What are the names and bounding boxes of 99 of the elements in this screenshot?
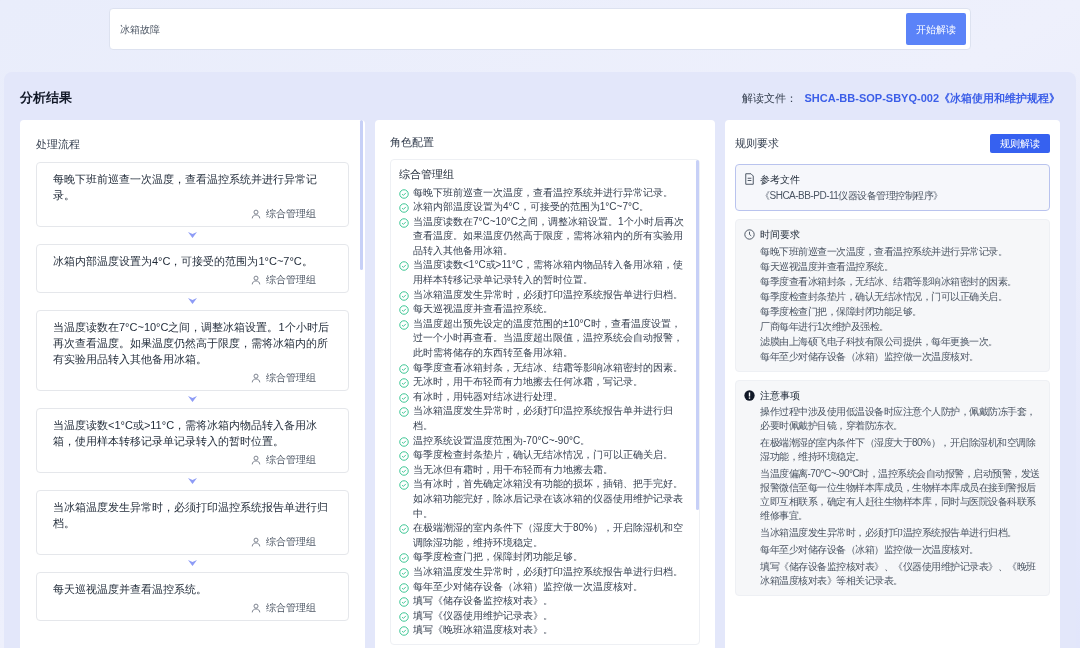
check-circle-icon [399,524,409,535]
role-label: 综合管理组 [266,453,316,467]
check-circle-icon [399,553,409,564]
check-circle-icon [399,465,409,476]
section-title: 参考文件 [760,172,800,187]
user-icon [251,274,261,285]
rule-text: 每季度检查封条垫片，确认无结冰情况，门可以正确关启。 [760,289,1008,304]
check-circle-icon [399,363,409,374]
user-icon [251,208,261,219]
check-circle-icon [399,407,409,418]
check-circle-icon [399,378,409,389]
role-duty-text: 无冰时，用干布轻而有力地擦去任何冰霜，写记录。 [413,375,643,390]
check-circle-icon [399,582,409,593]
role-duty-text: 每天巡视温度并查看温控系统。 [413,302,553,317]
role-duty-text: 填写《晚班冰箱温度核对表》。 [413,623,553,638]
role-duty-text: 当温度读数<1°C或>11°C，需将冰箱内物品转入备用冰箱，使用样本转移记录单记录转入的暂时位置。 [413,258,685,288]
group-title: 综合管理组 [399,167,455,182]
role-label: 综合管理组 [266,371,316,385]
role-duty-text: 填写《储存设备监控核对表》。 [413,594,553,609]
clock-icon [744,228,755,240]
down-arrow-icon [188,396,197,403]
rule-text: 每晚下班前巡查一次温度，查看温控系统并进行异常记录。 [760,244,1008,259]
check-circle-icon [399,480,409,491]
section-title: 注意事项 [760,388,800,403]
role-duty-text: 每季度检查门把，保障封闭功能足够。 [413,550,583,565]
role-duty-text: 在极端潮湿的室内条件下（湿度大于80%），开启除湿机和空调除湿功能，维持环境稳定。 [413,521,684,550]
rule-text: 《SHCA-BB-PD-11仪器设备管理控制程序》 [760,188,944,203]
role-duty-text: 填写《仪器使用维护记录表》。 [413,608,553,623]
user-icon [251,454,261,465]
role-duty-text: 每季度检查封条垫片，确认无结冰情况，门可以正确关启。 [413,448,673,463]
role-label: 综合管理组 [266,207,316,221]
role-duty-text: 每季度查看冰箱封条，无结冰、结霜等影响冰箱密封的因素。 [413,360,683,375]
user-icon [251,602,261,613]
check-circle-icon [399,597,409,608]
role-label: 综合管理组 [266,535,316,549]
role-label: 综合管理组 [266,273,316,287]
role-label: 综合管理组 [266,601,316,615]
document-icon [744,173,755,185]
role-duty-text: 每年至少对储存设备（冰箱）监控做一次温度核对。 [413,579,643,594]
check-circle-icon [399,626,409,637]
down-arrow-icon [188,478,197,485]
step-text: 当温度读数在7°C~10°C之间，调整冰箱设置。1个小时后再次查看温度。如果温度仍然高于限度，需将冰箱内的所有实验用品转入其他备用冰箱。 [53,320,330,367]
card-title: 处理流程 [36,136,81,152]
role-duty-text: 温控系统设置温度范围为-70°C~-90°C。 [413,433,591,448]
card-title: 角色配置 [390,134,435,150]
rule-text: 当冰箱温度发生异常时，必须打印温控系统报告单进行归档。 [760,525,1018,540]
rules-button[interactable]: 规则解读 [990,133,1050,153]
rule-text: 操作过程中涉及使用低温设备时应注意个人防护，佩戴防冻手套，必要时佩戴护目镜，穿着防冻衣。 [760,404,1037,433]
rule-text: 每天巡视温度并查看温控系统。 [760,259,894,274]
role-duty-text: 当温度超出预先设定的温度范围的±10°C时，查看温度设置，过一个小时再查看。当温度超出限值，温控系统会自动报警，此时需将储存的东西转至备用冰箱。 [413,316,684,361]
search-input[interactable]: 冰箱故障 [120,21,906,37]
rule-text: 滤膜由上海硕飞电子科技有限公司提供，每年更换一次。 [760,334,999,349]
rule-text: 每年至少对储存设备（冰箱）监控做一次温度核对。 [760,349,980,364]
role-duty-text: 每晚下班前巡查一次温度，查看温控系统并进行异常记录。 [413,185,673,200]
check-circle-icon [399,436,409,447]
check-circle-icon [399,567,409,578]
check-circle-icon [399,188,409,199]
role-duty-text: 当冰箱温度发生异常时，必须打印温控系统报告单进行归档。 [413,564,683,579]
check-circle-icon [399,611,409,622]
check-circle-icon [399,392,409,403]
check-circle-icon [399,290,409,301]
down-arrow-icon [188,232,197,239]
search-field[interactable]: 冰箱故障 开始解读 [109,8,971,50]
panel-title: 分析结果 [20,89,72,107]
rule-text: 每季度查看冰箱封条，无结冰、结霜等影响冰箱密封的因素。 [760,274,1018,289]
user-icon [251,372,261,383]
card-title: 规则要求 [735,135,779,151]
rule-text: 厂商每年进行1次维护及强检。 [760,319,890,334]
role-duty-text: 当冰箱温度发生异常时，必须打印温控系统报告单并进行归档。 [413,404,674,433]
rule-text: 当温度偏离-70°C~-90°C时，温控系统会自动报警，启动预警，发送报警微信至每一位生物样本库成员，生物样本库成员在接到警报后立即互相联系，确定有人赶往生物样本库，同时与医院设备科联系维修事宜。 [760,466,1041,523]
role-duty-text: 当有冰时，首先确定冰箱没有功能的损坏，插销、把手完好。如冰箱功能完好，除冰后记录在该冰箱的仪器使用维护记录表中。 [413,477,684,521]
user-icon [251,536,261,547]
role-duty-text: 当冰箱温度发生异常时，必须打印温控系统报告单进行归档。 [413,287,683,302]
step-text: 每天巡视温度并查看温控系统。 [53,582,208,597]
file-link[interactable]: SHCA-BB-SOP-SBYQ-002《冰箱使用和维护规程》 [804,89,1060,106]
start-button[interactable]: 开始解读 [906,13,966,45]
role-duty-text: 有冰时，用钝器对结冰进行处理。 [413,389,563,404]
rule-text: 每年至少对储存设备（冰箱）监控做一次温度核对。 [760,542,980,557]
role-duty-text: 当无冰但有霜时，用干布轻而有力地擦去霜。 [413,462,613,477]
down-arrow-icon [188,298,197,305]
role-duty-text: 冰箱内部温度设置为4°C，可接受的范围为1°C~7°C。 [413,200,650,215]
check-circle-icon [399,305,409,316]
check-circle-icon [399,451,409,462]
down-arrow-icon [188,560,197,567]
step-text: 当冰箱温度发生异常时，必须打印温控系统报告单进行归档。 [53,500,329,531]
alert-icon [744,389,755,401]
rule-text: 每季度检查门把，保障封闭功能足够。 [760,304,923,319]
check-circle-icon [399,319,409,330]
step-text: 当温度读数<1°C或>11°C，需将冰箱内物品转入备用冰箱，使用样本转移记录单记录转入的暂时位置。 [53,418,319,449]
step-text: 每晚下班前巡查一次温度，查看温控系统并进行异常记录。 [53,172,318,203]
role-duty-text: 当温度读数在7°C~10°C之间，调整冰箱设置。1个小时后再次查看温度。如果温度仍然高于限度，需将冰箱内的所有实验用品转入其他备用冰箱。 [413,214,685,258]
section-title: 时间要求 [760,227,800,242]
rule-text: 填写《储存设备监控核对表》、《仪器使用维护记录表》、《晚班冰箱温度核对表》等相关记录表。 [760,559,1037,588]
rule-text: 在极端潮湿的室内条件下（湿度大于80%），开启除湿机和空调除湿功能，维持环境稳定。 [760,435,1037,464]
check-circle-icon [399,203,409,214]
file-label: 解读文件： [741,90,797,106]
check-circle-icon [399,217,409,228]
step-text: 冰箱内部温度设置为4°C，可接受的范围为1°C~7°C。 [53,254,314,269]
check-circle-icon [399,261,409,272]
